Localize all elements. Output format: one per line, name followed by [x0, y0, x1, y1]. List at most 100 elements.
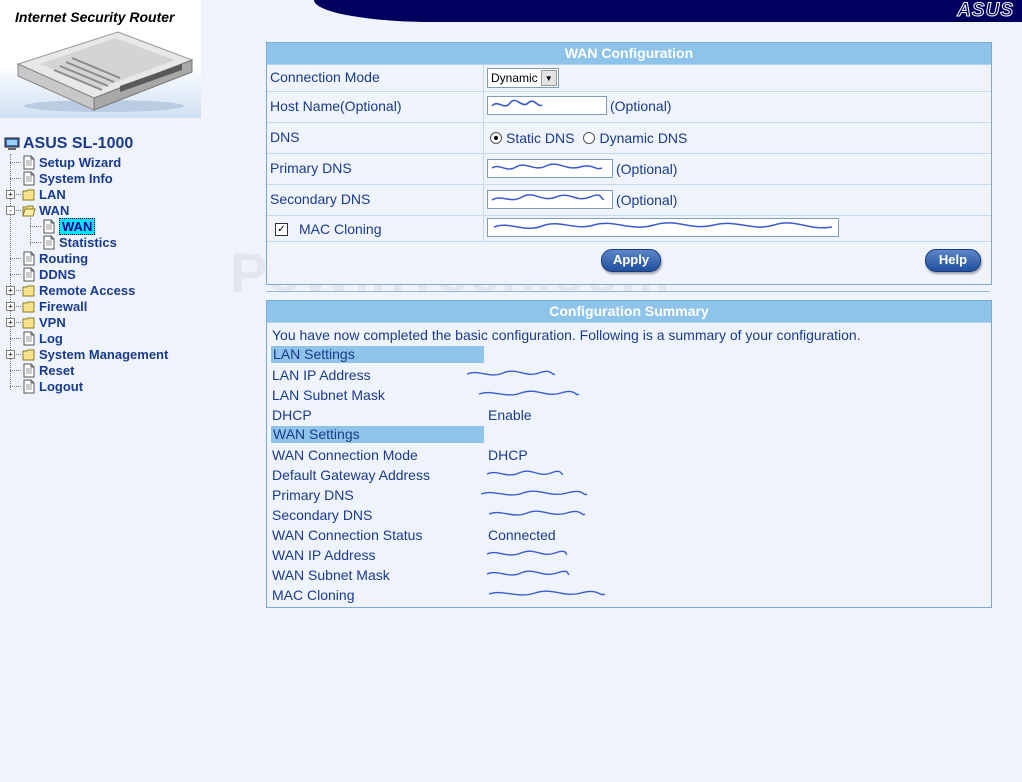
nav-root-label: ASUS SL-1000 [23, 135, 134, 152]
primary-dns-row: Primary DNS (Optional) [267, 154, 991, 185]
mac-cloning-summary-label: MAC Cloning [272, 587, 355, 603]
header-band: ASUS [314, 0, 1022, 22]
dynamic-dns-radio[interactable] [583, 132, 596, 144]
obscured-value-scribble [466, 370, 556, 376]
nav-item[interactable]: DDNS [22, 266, 76, 282]
expand-icon[interactable]: + [6, 302, 15, 311]
connection-mode-row: Connection Mode Dynamic ▼ [267, 65, 991, 92]
folder-open-icon [22, 203, 39, 218]
connection-mode-select[interactable]: Dynamic ▼ [487, 68, 559, 88]
nav-item-label: LAN [39, 186, 66, 202]
row-divider [483, 154, 484, 184]
wan-ip-label: WAN IP Address [272, 547, 376, 563]
folder-icon [22, 347, 39, 362]
nav-item-label: Statistics [59, 234, 117, 250]
nav-item[interactable]: WAN [22, 202, 69, 218]
collapse-icon[interactable]: - [6, 206, 15, 215]
nav-item-label: System Info [39, 170, 113, 186]
nav-root[interactable]: ASUS SL-1000 [4, 134, 133, 154]
obscured-value-scribble [486, 470, 564, 476]
nav-item[interactable]: Logout [22, 378, 83, 394]
wan-mode-label: WAN Connection Mode [272, 447, 418, 463]
product-banner: Internet Security Router [0, 0, 201, 118]
page-icon [22, 155, 39, 170]
obscured-value-scribble [486, 550, 568, 556]
nav-item[interactable]: LAN [22, 186, 66, 202]
mac-cloning-checkbox[interactable]: ✓ [275, 222, 288, 236]
nav-item[interactable]: Remote Access [22, 282, 135, 298]
dhcp-value: Enable [488, 407, 532, 423]
wan-config-panel: WAN Configuration Connection Mode Dynami… [266, 42, 992, 285]
row-divider [483, 65, 484, 91]
nav-item[interactable]: Reset [22, 362, 74, 378]
host-name-label: Host Name(Optional) [270, 98, 402, 114]
row-divider [483, 123, 484, 153]
nav-item[interactable]: Firewall [22, 298, 87, 314]
mac-cloning-label: MAC Cloning [299, 221, 382, 237]
expand-icon[interactable]: + [6, 350, 15, 359]
nav-item-label: Reset [39, 362, 75, 378]
nav-item-label: Logout [39, 378, 84, 394]
nav-item-label: VPN [39, 314, 66, 330]
nav-item[interactable]: Log [22, 330, 63, 346]
nav-item[interactable]: Routing [22, 250, 88, 266]
nav-item-label: Log [39, 330, 63, 346]
nav-item-label: DDNS [39, 266, 76, 282]
nav-item[interactable]: Statistics [42, 234, 117, 250]
row-divider [483, 185, 484, 215]
nav-item[interactable]: WAN [42, 217, 96, 235]
row-divider [483, 92, 484, 122]
obscured-value-scribble [491, 194, 605, 201]
primary-dns-label: Primary DNS [270, 160, 352, 176]
wan-mode-value: DHCP [488, 447, 528, 463]
connection-status-value: Connected [488, 527, 556, 543]
obscured-value-scribble [480, 490, 588, 496]
computer-icon [4, 137, 20, 150]
mac-cloning-input[interactable] [487, 218, 839, 237]
primary-dns-summary-label: Primary DNS [272, 487, 354, 503]
page-icon [22, 171, 39, 186]
nav-item[interactable]: Setup Wizard [22, 154, 121, 170]
expand-icon[interactable]: + [6, 318, 15, 327]
tree-connector [10, 274, 21, 275]
gateway-label: Default Gateway Address [272, 467, 430, 483]
nav-item-label: WAN [59, 217, 96, 235]
connection-status-label: WAN Connection Status [272, 527, 423, 543]
wan-config-title: WAN Configuration [267, 43, 991, 65]
static-dns-label: Static DNS [506, 130, 575, 146]
nav-item[interactable]: VPN [22, 314, 66, 330]
nav-item-label: Firewall [39, 298, 88, 314]
secondary-dns-row: Secondary DNS (Optional) [267, 185, 991, 216]
obscured-value-scribble [486, 570, 570, 576]
static-dns-radio[interactable] [490, 132, 502, 144]
mac-cloning-row: ✓ MAC Cloning [267, 216, 991, 242]
host-name-input[interactable] [487, 96, 607, 115]
page-icon [42, 235, 59, 250]
nav-item[interactable]: System Info [22, 170, 113, 186]
secondary-dns-label: Secondary DNS [270, 191, 371, 207]
connection-mode-label: Connection Mode [270, 69, 380, 85]
tree-connector [30, 242, 41, 243]
lan-mask-label: LAN Subnet Mask [272, 387, 385, 403]
tree-connector [10, 162, 21, 163]
page-icon [42, 219, 59, 234]
chevron-down-icon[interactable]: ▼ [540, 70, 557, 86]
wan-mask-label: WAN Subnet Mask [272, 567, 390, 583]
nav-item[interactable]: System Management [22, 346, 168, 362]
secondary-dns-input[interactable] [487, 190, 613, 209]
host-name-row: Host Name(Optional) (Optional) [267, 92, 991, 123]
primary-dns-hint: (Optional) [616, 160, 678, 177]
primary-dns-input[interactable] [487, 159, 613, 178]
apply-button[interactable]: Apply [601, 249, 661, 272]
tree-connector [10, 370, 21, 371]
expand-icon[interactable]: + [6, 190, 15, 199]
expand-icon[interactable]: + [6, 286, 15, 295]
dns-label: DNS [270, 129, 300, 145]
obscured-value-scribble [488, 590, 606, 596]
folder-icon [22, 299, 39, 314]
connection-mode-value: Dynamic [491, 71, 538, 85]
nav-item-label: Setup Wizard [39, 154, 122, 170]
help-button[interactable]: Help [925, 249, 981, 272]
wan-settings-header: WAN Settings [271, 426, 484, 443]
nav-item-label: Remote Access [39, 282, 136, 298]
